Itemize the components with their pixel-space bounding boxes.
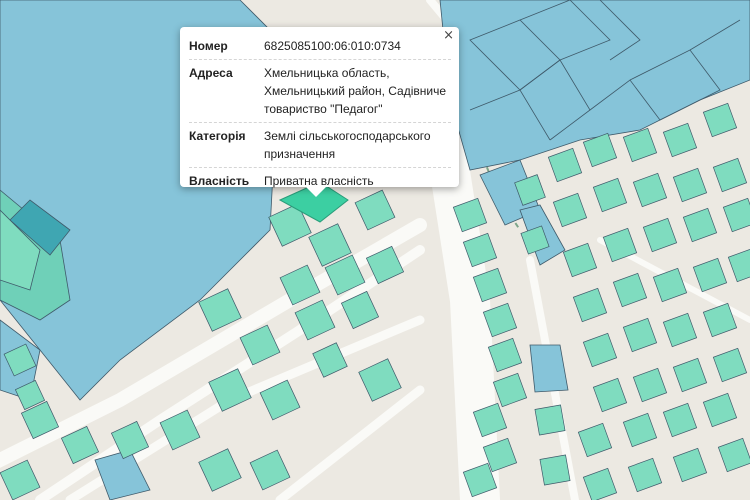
popup-row-number: Номер 6825085100:06:010:0734 — [189, 33, 451, 60]
category-value: Землі сільськогосподарського призначення — [264, 129, 431, 161]
close-icon[interactable]: × — [443, 29, 454, 42]
parcel[interactable] — [534, 404, 566, 436]
popup-row-address: Адреса Хмельницька область, Хмельницький… — [189, 60, 451, 123]
popup-pointer — [306, 187, 326, 197]
address-label: Адреса — [189, 66, 233, 80]
address-value: Хмельницька область, Хмельницький район,… — [264, 66, 447, 116]
ownership-value: Приватна власність — [264, 174, 374, 188]
ownership-label: Власність — [189, 174, 250, 188]
number-value: 6825085100:06:010:0734 — [264, 39, 401, 53]
parcel-info-popup: × Номер 6825085100:06:010:0734 Адреса Хм… — [180, 27, 459, 188]
parcel[interactable] — [539, 454, 571, 486]
popup-row-category: Категорія Землі сільськогосподарського п… — [189, 123, 451, 168]
number-label: Номер — [189, 39, 228, 53]
category-label: Категорія — [189, 129, 246, 143]
